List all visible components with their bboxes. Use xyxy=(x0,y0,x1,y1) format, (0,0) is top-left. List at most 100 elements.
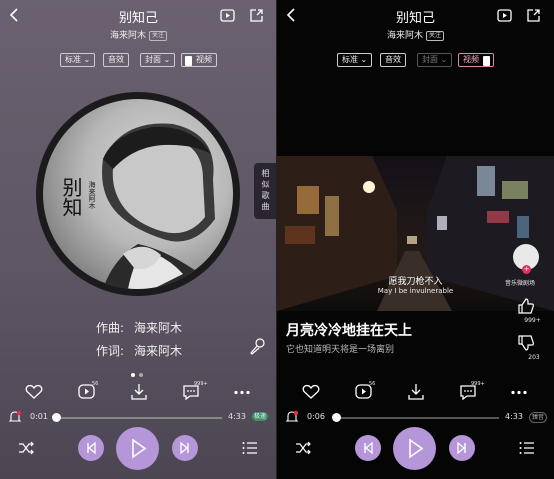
chevron-down-icon: ⌄ xyxy=(360,55,368,64)
mv-icon[interactable] xyxy=(220,8,236,23)
plus-icon[interactable]: + xyxy=(522,265,531,274)
album-vertical-title: 别知 xyxy=(59,177,83,217)
quality-select[interactable]: 标准 ⌄ xyxy=(337,53,373,67)
current-time: 0:01 xyxy=(30,412,48,421)
shuffle-icon[interactable] xyxy=(18,441,35,455)
similar-songs-char: 曲 xyxy=(261,202,270,211)
next-icon xyxy=(457,441,466,455)
page-dots xyxy=(131,362,147,381)
play-icon xyxy=(409,438,424,459)
video-label: 视频 xyxy=(196,55,212,64)
player-cover-view: 别知己 海来阿木 关注 标准 ⌄ 音效 封面 ⌄ 视频 别知 海来阿木 相 似 歌… xyxy=(0,0,277,479)
share-count-badge: 999+ xyxy=(194,381,208,387)
more-icon[interactable] xyxy=(233,390,251,395)
quality-label: 标准 xyxy=(65,55,81,64)
total-time: 4:33 xyxy=(505,412,523,421)
toggle-knob xyxy=(483,56,490,66)
previous-icon xyxy=(87,441,96,455)
chevron-down-icon: ⌄ xyxy=(440,55,448,64)
option-chips: 标准 ⌄ 音效 封面 ⌄ 视频 xyxy=(0,53,277,69)
next-button[interactable] xyxy=(172,435,198,461)
cover-select[interactable]: 封面 ⌄ xyxy=(140,53,176,67)
dislike-count: 203 xyxy=(528,354,540,361)
chevron-down-icon: ⌄ xyxy=(83,55,91,64)
video-toggle[interactable]: 视频 xyxy=(458,53,494,67)
progress-knob[interactable] xyxy=(52,413,62,422)
quality-label: 标准 xyxy=(342,55,358,64)
composer-name: 海来阿木 xyxy=(134,321,183,335)
page-dot xyxy=(131,373,135,377)
total-time: 4:33 xyxy=(228,412,246,421)
next-button[interactable] xyxy=(449,435,475,461)
share-icon[interactable] xyxy=(526,8,541,23)
progress-track[interactable] xyxy=(56,417,222,419)
composer-label: 作曲: xyxy=(96,321,125,335)
previous-button[interactable] xyxy=(355,435,381,461)
current-lyric: 月亮冷冷地挂在天上 xyxy=(286,323,412,339)
next-lyric: 它也知道明天将是一场离别 xyxy=(286,345,395,355)
cover-select[interactable]: 封面 ⌄ xyxy=(417,53,453,67)
progress-track[interactable] xyxy=(333,417,499,419)
thumbs-up-icon[interactable] xyxy=(518,298,534,314)
bell-icon[interactable] xyxy=(8,410,22,424)
effect-button[interactable]: 音效 xyxy=(103,53,129,67)
like-count: 999+ xyxy=(524,317,541,324)
play-icon xyxy=(132,438,147,459)
heart-icon[interactable] xyxy=(25,384,43,400)
artist-name[interactable]: 海来阿木 xyxy=(110,31,146,41)
page-dot xyxy=(139,373,143,377)
play-button[interactable] xyxy=(116,427,159,470)
cover-label: 封面 xyxy=(422,55,438,64)
chevron-down-icon: ⌄ xyxy=(163,55,171,64)
next-icon xyxy=(180,441,189,455)
player-video-view: 别知己 海来阿木 关注 标准 ⌄ 音效 封面 ⌄ 视频 愿我刀枪不入 May I… xyxy=(277,0,554,479)
current-time: 0:06 xyxy=(307,412,325,421)
video-caption-en: May I be invulnerable xyxy=(377,287,454,295)
lyricist-label: 作词: xyxy=(96,344,125,358)
similar-songs-char: 相 xyxy=(261,169,270,178)
mv-icon[interactable] xyxy=(497,8,513,23)
video-toggle[interactable]: 视频 xyxy=(181,53,217,67)
artist-row: 海来阿木 关注 xyxy=(277,28,554,41)
follow-button[interactable]: 关注 xyxy=(426,31,445,41)
album-cover: 别知 海来阿木 xyxy=(43,99,233,289)
artist-row: 海来阿木 关注 xyxy=(0,28,277,41)
share-icon[interactable] xyxy=(249,8,264,23)
similar-songs-char: 歌 xyxy=(261,191,270,200)
mv-video[interactable]: 愿我刀枪不入 May I be invulnerable + 音乐微剧场 xyxy=(277,156,554,311)
play-button[interactable] xyxy=(393,427,436,470)
download-icon[interactable] xyxy=(407,383,425,401)
album-disc[interactable]: 别知 海来阿木 xyxy=(36,92,240,296)
bell-icon[interactable] xyxy=(285,410,299,424)
thumbs-down-icon[interactable] xyxy=(518,335,534,351)
playlist-icon[interactable] xyxy=(519,441,535,455)
option-chips: 标准 ⌄ 音效 封面 ⌄ 视频 xyxy=(277,53,554,69)
similar-songs-tab[interactable]: 相 似 歌 曲 xyxy=(254,163,277,219)
download-icon[interactable] xyxy=(130,383,148,401)
toggle-knob xyxy=(185,56,192,66)
artist-name[interactable]: 海来阿木 xyxy=(387,31,423,41)
previous-icon xyxy=(364,441,373,455)
heart-icon[interactable] xyxy=(302,384,320,400)
comment-count-badge: 56 xyxy=(92,381,99,387)
quality-badge[interactable]: 臻音 xyxy=(529,412,548,423)
quality-badge[interactable]: 极速 xyxy=(252,412,269,421)
video-label: 视频 xyxy=(463,55,479,64)
previous-button[interactable] xyxy=(78,435,104,461)
karaoke-mic-icon[interactable] xyxy=(248,338,266,356)
similar-songs-char: 似 xyxy=(261,180,270,189)
quality-select[interactable]: 标准 ⌄ xyxy=(60,53,96,67)
comment-count-badge: 56 xyxy=(369,381,376,387)
playlist-icon[interactable] xyxy=(242,441,258,455)
channel-name: 音乐微剧场 xyxy=(505,280,536,287)
share-count-badge: 999+ xyxy=(471,381,485,387)
cover-label: 封面 xyxy=(145,55,161,64)
more-icon[interactable] xyxy=(510,390,528,395)
channel-avatar[interactable]: + xyxy=(513,244,539,274)
progress-knob[interactable] xyxy=(332,413,342,422)
effect-button[interactable]: 音效 xyxy=(380,53,406,67)
album-vertical-artist: 海来阿木 xyxy=(88,181,96,209)
lyricist-name: 海来阿木 xyxy=(134,344,183,358)
shuffle-icon[interactable] xyxy=(295,441,312,455)
follow-button[interactable]: 关注 xyxy=(149,31,168,41)
